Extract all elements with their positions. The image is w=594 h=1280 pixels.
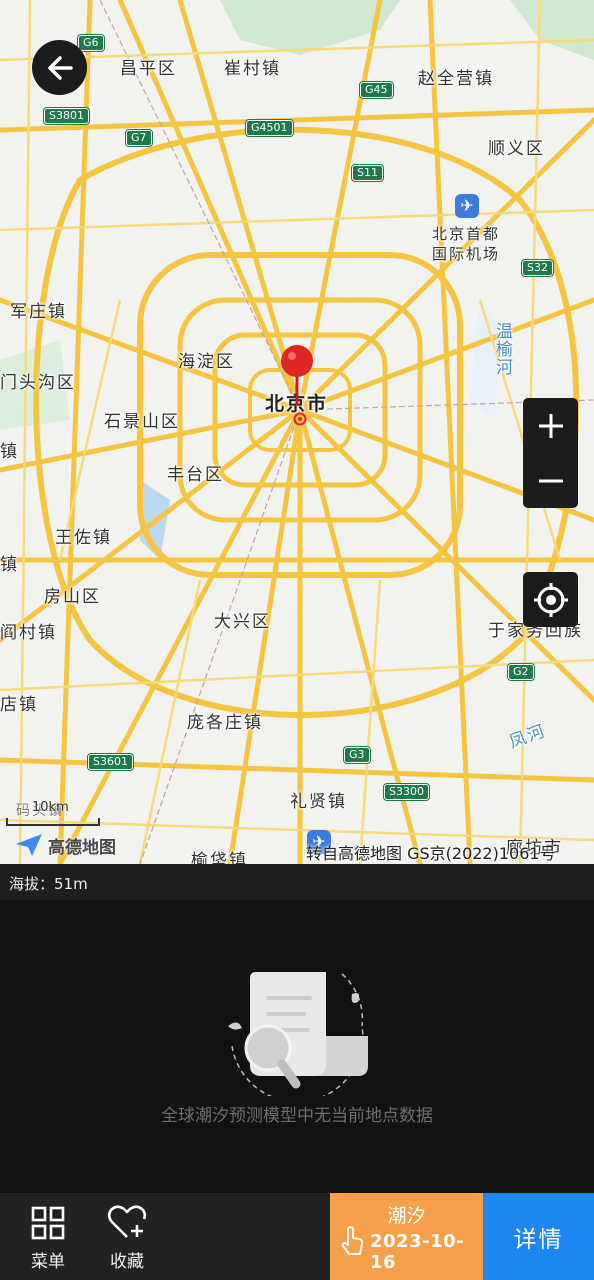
place-airport-line1: 北京首都 <box>432 225 501 243</box>
map-scale: 10km <box>6 800 102 828</box>
place-cuicun: 崔村镇 <box>224 59 281 79</box>
tide-date-button[interactable]: 潮汐 2023-10-16 <box>330 1193 483 1280</box>
tide-panel: 全球潮汐预测模型中无当前地点数据 <box>0 900 594 1193</box>
empty-document-illustration <box>222 966 372 1103</box>
shield-g2: G2 <box>507 663 535 681</box>
map-view[interactable]: 昌平区 崔村镇 赵全营镇 顺义区 北京首都 国际机场 军庄镇 海淀区 门头沟区 … <box>0 0 594 864</box>
shield-g6: G6 <box>77 34 105 52</box>
logo-text: 高德地图 <box>48 837 116 858</box>
place-changping: 昌平区 <box>120 59 177 79</box>
crosshair-icon <box>533 582 568 617</box>
place-mentougou: 门头沟区 <box>0 373 76 393</box>
favorite-button[interactable]: 收藏 <box>92 1193 162 1280</box>
shield-s32: S32 <box>521 259 554 277</box>
bottom-bar: 菜单 收藏 潮汐 2023-10-16 详情 <box>0 1193 594 1280</box>
shield-s3801: S3801 <box>43 107 90 125</box>
tide-date: 2023-10-16 <box>370 1231 465 1273</box>
location-pin-icon <box>280 344 316 432</box>
place-lixian: 礼贤镇 <box>290 792 347 812</box>
shield-g45: G45 <box>359 81 394 99</box>
arrow-left-icon <box>47 55 73 80</box>
altitude-bar: 海拔：51m <box>0 864 594 900</box>
place-fengtai: 丰台区 <box>167 465 224 485</box>
scale-label: 10km <box>32 800 69 815</box>
place-shijingshan: 石景山区 <box>104 412 180 432</box>
map-roads <box>0 0 594 864</box>
empty-message: 全球潮汐预测模型中无当前地点数据 <box>161 1106 433 1126</box>
place-left-zhen1: 镇 <box>0 442 19 462</box>
locate-button[interactable] <box>523 572 578 627</box>
place-yanchun: 阎村镇 <box>0 623 57 643</box>
minus-icon <box>538 479 563 482</box>
favorite-label: 收藏 <box>110 1252 144 1272</box>
menu-label: 菜单 <box>31 1252 65 1272</box>
detail-label: 详情 <box>513 1226 564 1253</box>
place-pangezhuang: 庞各庄镇 <box>187 713 263 733</box>
place-zhaoquanying: 赵全营镇 <box>418 69 494 89</box>
airport-icon: ✈ <box>455 194 479 218</box>
shield-g3: G3 <box>343 746 371 764</box>
place-haidian: 海淀区 <box>178 352 235 372</box>
amap-logo: 高德地图 <box>14 832 116 858</box>
amap-arrow-icon <box>16 834 42 856</box>
shield-s3601: S3601 <box>87 753 134 771</box>
scale-bar <box>6 818 100 826</box>
place-wenyu-river: 温榆河 <box>492 322 512 376</box>
back-button[interactable] <box>32 40 87 95</box>
map-attribution: 转自高德地图 GS京(2022)1061号 <box>306 844 556 863</box>
place-yufa: 榆垡镇 <box>191 851 248 864</box>
zoom-controls <box>523 398 578 508</box>
shield-g4501: G4501 <box>245 119 294 137</box>
place-shunyi: 顺义区 <box>488 139 545 159</box>
shield-s11: S11 <box>351 164 384 182</box>
place-fangshan: 房山区 <box>44 587 101 607</box>
tide-label: 潮汐 <box>387 1205 426 1227</box>
shield-s3300: S3300 <box>383 783 430 801</box>
place-dianzhen: 店镇 <box>0 695 38 715</box>
detail-button[interactable]: 详情 <box>483 1193 594 1280</box>
altitude-text: 海拔：51m <box>9 875 88 893</box>
place-junzhuang: 军庄镇 <box>10 302 67 322</box>
plus-icon <box>538 413 563 438</box>
place-daxing: 大兴区 <box>214 612 271 632</box>
shield-g7: G7 <box>125 129 153 147</box>
menu-button[interactable]: 菜单 <box>13 1193 83 1280</box>
heart-plus-icon <box>107 1205 147 1238</box>
zoom-out-button[interactable] <box>523 453 578 508</box>
grid-menu-icon <box>31 1206 65 1240</box>
place-wangzuo: 王佐镇 <box>55 528 112 548</box>
place-left-zhen2: 镇 <box>0 555 19 575</box>
place-airport-line2: 国际机场 <box>432 245 501 263</box>
zoom-in-button[interactable] <box>523 398 578 453</box>
tap-hand-icon <box>341 1226 364 1255</box>
